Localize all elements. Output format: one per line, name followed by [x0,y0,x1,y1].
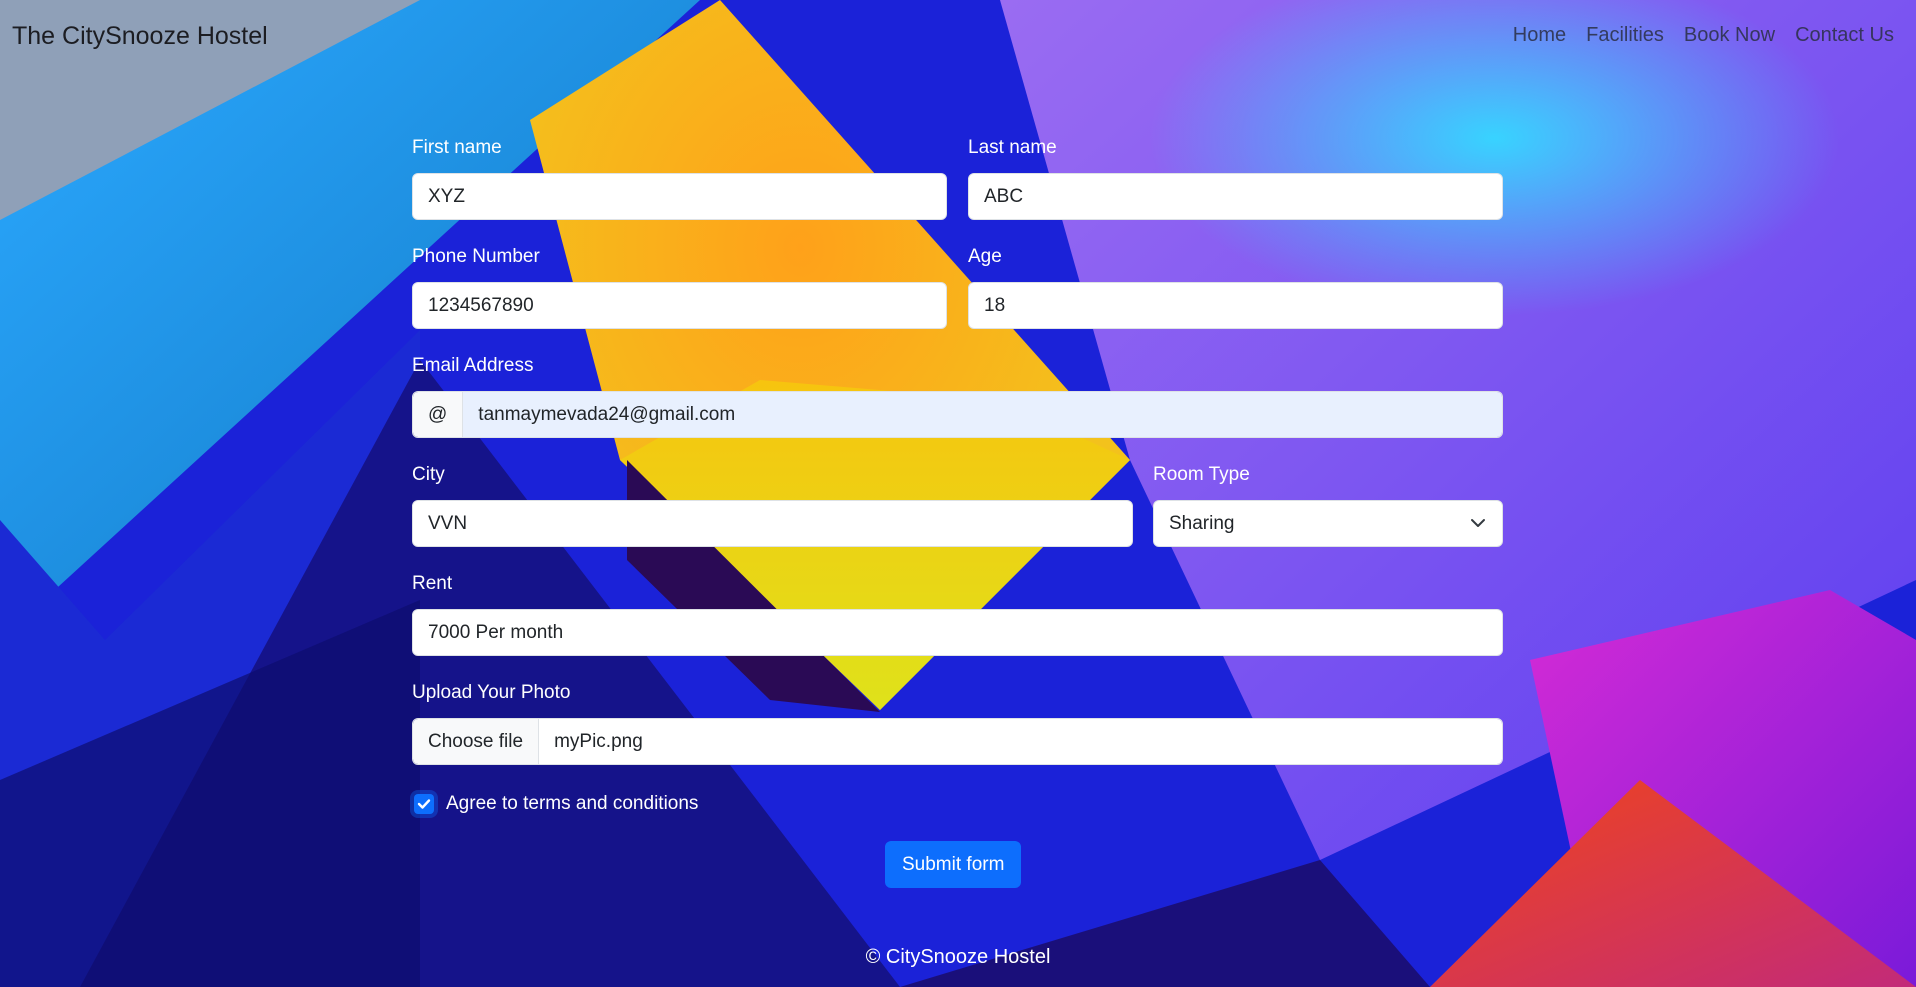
email-input-group: @ tanmaymevada24@gmail.com [412,391,1503,438]
last-name-label: Last name [968,137,1057,158]
terms-label: Agree to terms and conditions [446,793,699,814]
photo-label: Upload Your Photo [412,682,571,703]
email-at-addon: @ [413,392,464,437]
email-label: Email Address [412,355,534,376]
nav-link-book-now[interactable]: Book Now [1684,24,1775,47]
nav-link-contact-us[interactable]: Contact Us [1795,24,1894,47]
terms-checkbox-row[interactable]: Agree to terms and conditions [414,793,698,815]
email-input[interactable]: tanmaymevada24@gmail.com [463,392,1502,437]
nav-link-facilities[interactable]: Facilities [1586,24,1664,47]
nav-links: Home Facilities Book Now Contact Us [1493,24,1894,47]
checkmark-icon [417,799,431,809]
navbar: The CitySnooze Hostel Home Facilities Bo… [0,0,1916,75]
room-type-label: Room Type [1153,464,1250,485]
age-label: Age [968,246,1002,267]
submit-button[interactable]: Submit form [885,841,1022,888]
phone-input[interactable]: 1234567890 [412,282,947,329]
rent-input[interactable]: 7000 Per month [412,609,1503,656]
rent-label: Rent [412,573,453,594]
chevron-down-icon [1471,519,1485,527]
room-type-value: Sharing [1169,513,1235,534]
phone-label: Phone Number [412,246,540,267]
first-name-label: First name [412,137,502,158]
nav-link-home[interactable]: Home [1513,24,1566,47]
last-name-input[interactable]: ABC [968,173,1503,220]
photo-file-input: Choose file myPic.png [412,718,1503,765]
photo-file-name[interactable]: myPic.png [539,719,1502,764]
city-input[interactable]: VVN [412,500,1133,547]
brand-title[interactable]: The CitySnooze Hostel [12,22,268,51]
room-type-select[interactable]: Sharing [1153,500,1503,547]
age-input[interactable]: 18 [968,282,1503,329]
first-name-input[interactable]: XYZ [412,173,947,220]
footer-copyright: © CitySnooze Hostel [865,946,1051,968]
city-label: City [412,464,445,485]
choose-file-button[interactable]: Choose file [413,719,540,764]
background-artwork [0,0,1916,987]
terms-checkbox[interactable] [414,794,434,814]
